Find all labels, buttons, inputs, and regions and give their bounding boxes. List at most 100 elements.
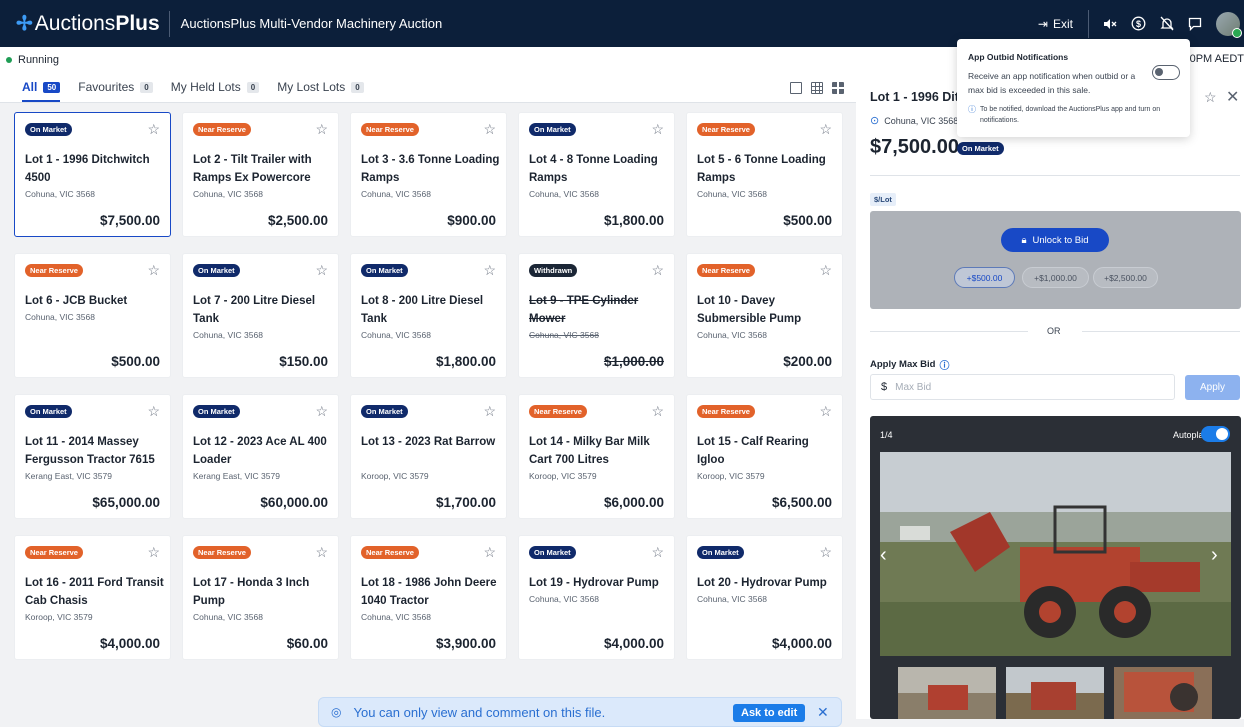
lot-title[interactable]: Lot 15 - Calf Rearing Igloo xyxy=(697,433,837,469)
lot-title[interactable]: Lot 7 - 200 Litre Diesel Tank xyxy=(193,292,333,328)
lot-title[interactable]: Lot 17 - Honda 3 Inch Pump xyxy=(193,574,333,610)
increment-button[interactable]: +$2,500.00 xyxy=(1093,267,1158,288)
ask-to-edit-button[interactable]: Ask to edit xyxy=(733,704,806,722)
favourite-star-icon[interactable]: ☆ xyxy=(819,403,832,420)
lot-card[interactable]: On Market ☆ Lot 12 - 2023 Ace AL 400 Loade… xyxy=(182,394,339,519)
status-badge: Near Reserve xyxy=(193,546,251,559)
lot-title[interactable]: Lot 1 - 1996 Ditchwitch 4500 xyxy=(25,151,165,187)
lot-title[interactable]: Lot 5 - 6 Tonne Loading Ramps xyxy=(697,151,837,187)
tab-all[interactable]: All 50 xyxy=(22,80,61,102)
favourite-star-icon[interactable]: ☆ xyxy=(1204,89,1217,106)
lot-title[interactable]: Lot 14 - Milky Bar Milk Cart 700 Litres xyxy=(529,433,669,469)
lot-title[interactable]: Lot 13 - 2023 Rat Barrow xyxy=(361,433,501,451)
lot-card[interactable]: Near Reserve ☆ Lot 3 - 3.6 Tonne Loading R… xyxy=(350,112,507,237)
auctionsplus-logo[interactable]: ✢ Auctions Plus xyxy=(0,0,160,47)
lot-card[interactable]: Near Reserve ☆ Lot 15 - Calf Rearing Igloo… xyxy=(686,394,843,519)
chat-icon[interactable] xyxy=(1188,17,1202,31)
tab-label: My Held Lots xyxy=(170,80,241,94)
tab-my-held-lots[interactable]: My Held Lots 0 xyxy=(170,80,260,102)
lot-title[interactable]: Lot 16 - 2011 Ford Transit Cab Chasis xyxy=(25,574,165,610)
notifications-off-icon[interactable] xyxy=(1160,16,1174,31)
lot-card[interactable]: On Market ☆ Lot 11 - 2014 Massey Fergusson… xyxy=(14,394,171,519)
info-icon: ⓘ xyxy=(968,105,976,114)
lot-price: $60,000.00 xyxy=(260,495,328,510)
favourite-star-icon[interactable]: ☆ xyxy=(315,262,328,279)
previous-image-chevron-icon[interactable]: ‹ xyxy=(880,544,887,567)
gallery-thumbnail[interactable] xyxy=(1006,667,1104,719)
gallery-thumbnail[interactable] xyxy=(898,667,996,719)
autoplay-toggle[interactable] xyxy=(1201,426,1230,442)
favourite-star-icon[interactable]: ☆ xyxy=(147,403,160,420)
close-icon[interactable]: ✕ xyxy=(817,704,829,721)
lot-card[interactable]: Near Reserve ☆ Lot 5 - 6 Tonne Loading Ram… xyxy=(686,112,843,237)
gallery-thumbnail[interactable] xyxy=(1114,667,1212,719)
currency-icon[interactable]: $ xyxy=(1131,16,1146,31)
favourite-star-icon[interactable]: ☆ xyxy=(651,262,664,279)
lot-card[interactable]: On Market ☆ Lot 20 - Hydrovar Pump Cohuna, … xyxy=(686,535,843,660)
lot-card[interactable]: On Market ☆ Lot 1 - 1996 Ditchwitch 4500 Co… xyxy=(14,112,171,237)
grid-view-icon[interactable] xyxy=(832,82,844,94)
lot-title[interactable]: Lot 3 - 3.6 Tonne Loading Ramps xyxy=(361,151,501,187)
outbid-notifications-toggle[interactable] xyxy=(1152,65,1180,80)
favourite-star-icon[interactable]: ☆ xyxy=(315,403,328,420)
favourite-star-icon[interactable]: ☆ xyxy=(651,544,664,561)
favourite-star-icon[interactable]: ☆ xyxy=(651,121,664,138)
next-image-chevron-icon[interactable]: › xyxy=(1211,544,1218,567)
lot-card[interactable]: Near Reserve ☆ Lot 18 - 1986 John Deere 10… xyxy=(350,535,507,660)
favourite-star-icon[interactable]: ☆ xyxy=(483,544,496,561)
favourite-star-icon[interactable]: ☆ xyxy=(651,403,664,420)
avatar[interactable] xyxy=(1216,11,1242,38)
lot-card[interactable]: Near Reserve ☆ Lot 17 - Honda 3 Inch Pump C… xyxy=(182,535,339,660)
mute-icon[interactable] xyxy=(1103,18,1117,30)
favourite-star-icon[interactable]: ☆ xyxy=(147,262,160,279)
favourite-star-icon[interactable]: ☆ xyxy=(819,262,832,279)
lot-card[interactable]: Near Reserve ☆ Lot 10 - Davey Submersible … xyxy=(686,253,843,378)
increment-button[interactable]: +$1,000.00 xyxy=(1022,267,1089,288)
lot-title[interactable]: Lot 9 - TPE Cylinder Mower xyxy=(529,292,669,328)
online-status-icon xyxy=(1232,27,1242,38)
increment-button[interactable]: +$500.00 xyxy=(954,267,1015,288)
lot-card[interactable]: On Market ☆ Lot 4 - 8 Tonne Loading Ramps C… xyxy=(518,112,675,237)
favourite-star-icon[interactable]: ☆ xyxy=(483,403,496,420)
tab-favourites[interactable]: Favourites 0 xyxy=(78,80,153,102)
lot-title[interactable]: Lot 12 - 2023 Ace AL 400 Loader xyxy=(193,433,333,469)
apply-button[interactable]: Apply xyxy=(1185,375,1240,400)
favourite-star-icon[interactable]: ☆ xyxy=(315,544,328,561)
lot-title[interactable]: Lot 20 - Hydrovar Pump xyxy=(697,574,837,592)
lot-card[interactable]: On Market ☆ Lot 8 - 200 Litre Diesel Tank C… xyxy=(350,253,507,378)
favourite-star-icon[interactable]: ☆ xyxy=(483,262,496,279)
tab-count-badge: 0 xyxy=(246,81,260,93)
lot-title[interactable]: Lot 18 - 1986 John Deere 1040 Tractor xyxy=(361,574,501,610)
lot-title[interactable]: Lot 2 - Tilt Trailer with Ramps Ex Power… xyxy=(193,151,333,187)
close-icon[interactable]: ✕ xyxy=(1226,87,1239,107)
max-bid-field[interactable]: $ xyxy=(870,374,1175,400)
lot-title[interactable]: Lot 19 - Hydrovar Pump xyxy=(529,574,669,592)
lot-card[interactable]: Near Reserve ☆ Lot 2 - Tilt Trailer with R… xyxy=(182,112,339,237)
lot-title[interactable]: Lot 11 - 2014 Massey Fergusson Tractor 7… xyxy=(25,433,165,469)
info-icon[interactable]: ⓘ xyxy=(939,357,949,372)
unlock-to-bid-button[interactable]: 🔒︎ Unlock to Bid xyxy=(1001,228,1109,252)
lot-card[interactable]: On Market ☆ Lot 19 - Hydrovar Pump Cohuna, … xyxy=(518,535,675,660)
favourite-star-icon[interactable]: ☆ xyxy=(483,121,496,138)
image-view-icon[interactable] xyxy=(790,82,802,94)
lot-location: Cohuna, VIC 3568 xyxy=(193,189,263,199)
favourite-star-icon[interactable]: ☆ xyxy=(147,121,160,138)
lot-card[interactable]: Near Reserve ☆ Lot 6 - JCB Bucket Cohuna, V… xyxy=(14,253,171,378)
exit-button[interactable]: ⇥ Exit xyxy=(1038,17,1073,31)
lot-card[interactable]: Near Reserve ☆ Lot 14 - Milky Bar Milk Car… xyxy=(518,394,675,519)
lot-title[interactable]: Lot 6 - JCB Bucket xyxy=(25,292,165,310)
lot-title[interactable]: Lot 8 - 200 Litre Diesel Tank xyxy=(361,292,501,328)
favourite-star-icon[interactable]: ☆ xyxy=(315,121,328,138)
table-view-icon[interactable] xyxy=(811,82,823,94)
tab-my-lost-lots[interactable]: My Lost Lots 0 xyxy=(277,80,364,102)
lot-card[interactable]: Withdrawn ☆ Lot 9 - TPE Cylinder Mower Cohu… xyxy=(518,253,675,378)
favourite-star-icon[interactable]: ☆ xyxy=(147,544,160,561)
favourite-star-icon[interactable]: ☆ xyxy=(819,544,832,561)
lot-card[interactable]: Near Reserve ☆ Lot 16 - 2011 Ford Transit … xyxy=(14,535,171,660)
lot-card[interactable]: On Market ☆ Lot 7 - 200 Litre Diesel Tank C… xyxy=(182,253,339,378)
favourite-star-icon[interactable]: ☆ xyxy=(819,121,832,138)
lot-title[interactable]: Lot 4 - 8 Tonne Loading Ramps xyxy=(529,151,669,187)
lot-card[interactable]: On Market ☆ Lot 13 - 2023 Rat Barrow Koroop… xyxy=(350,394,507,519)
lot-title[interactable]: Lot 10 - Davey Submersible Pump xyxy=(697,292,837,328)
max-bid-input[interactable] xyxy=(895,381,1156,393)
